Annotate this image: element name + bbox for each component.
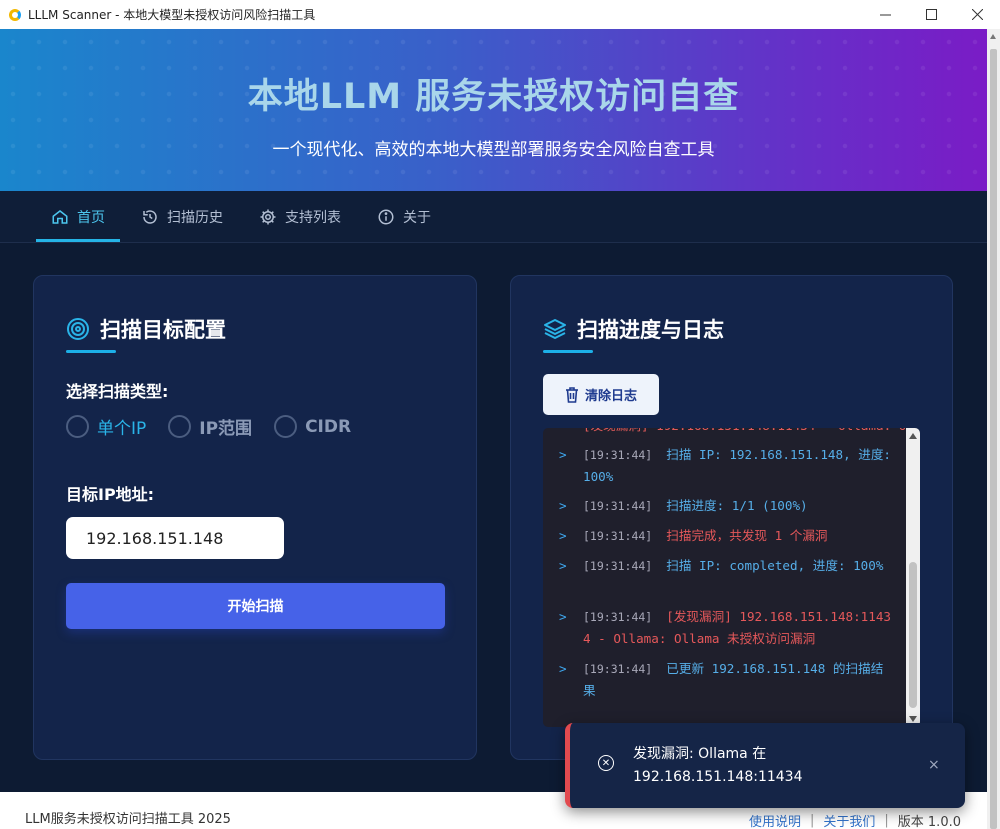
maximize-icon <box>925 9 937 20</box>
log-partial-line: [发现漏洞] 192.168.151.148:11434 - Ollama: O… <box>583 428 905 437</box>
tab-home[interactable]: 首页 <box>36 191 120 242</box>
vulnerability-toast: ✕ 发现漏洞: Ollama 在 192.168.151.148:11434 × <box>565 723 965 808</box>
tab-about[interactable]: 关于 <box>362 191 446 242</box>
target-ip-input[interactable] <box>66 517 284 559</box>
clear-log-label: 清除日志 <box>584 389 637 404</box>
radio-circle[interactable] <box>66 415 89 438</box>
tab-about-label: 关于 <box>403 209 431 226</box>
info-icon <box>378 209 394 224</box>
log-timestamp: [19:31:44] <box>583 499 653 513</box>
log-timestamp: [19:31:44] <box>583 448 653 462</box>
radio-cidr[interactable]: CIDR <box>274 415 351 438</box>
scroll-up-arrow-icon[interactable] <box>990 34 996 39</box>
toast-close-button[interactable]: × <box>928 757 940 773</box>
page-scrollbar[interactable] <box>987 29 1000 829</box>
tab-support-list-label: 支持列表 <box>285 209 341 226</box>
scan-type-group: 单个IP IP范围 CIDR <box>66 414 373 439</box>
radio-single-ip-label: 单个IP <box>97 419 147 439</box>
log-timestamp: [19:31:44] <box>583 559 653 573</box>
tab-scan-history-label: 扫描历史 <box>167 209 223 226</box>
scan-config-title: 扫描目标配置 <box>100 318 226 342</box>
gear-icon <box>260 209 276 224</box>
scan-config-panel: 扫描目标配置 选择扫描类型: 单个IP IP范围 CIDR 目标IP地址: 开始… <box>33 275 477 760</box>
history-icon <box>143 209 157 224</box>
log-console[interactable]: [发现漏洞] 192.168.151.148:11434 - Ollama: O… <box>543 428 920 727</box>
scan-config-header: 扫描目标配置 <box>66 314 226 344</box>
footer-copyright: LLM服务未授权访问扫描工具 2025 <box>25 812 231 827</box>
main-nav: 首页 扫描历史 支持列表 关于 <box>0 191 987 243</box>
target-icon <box>67 318 89 340</box>
app-logo-icon <box>9 8 21 21</box>
close-circle-icon: ✕ <box>598 755 614 771</box>
title-underline <box>66 350 116 353</box>
radio-ip-range[interactable]: IP范围 <box>168 414 252 439</box>
log-scrollbar-thumb[interactable] <box>909 562 917 708</box>
home-icon <box>52 209 68 224</box>
window-controls <box>862 0 1000 29</box>
log-timestamp: [19:31:44] <box>583 529 653 543</box>
trash-icon <box>565 386 578 403</box>
log-prompt: > <box>559 528 567 543</box>
tab-support-list[interactable]: 支持列表 <box>244 191 356 242</box>
toast-message: 发现漏洞: Ollama 在 192.168.151.148:11434 <box>633 746 803 785</box>
title-underline <box>543 350 593 353</box>
minimize-button[interactable] <box>862 0 908 29</box>
log-prompt: > <box>559 498 567 513</box>
radio-circle[interactable] <box>168 415 192 438</box>
scan-log-header: 扫描进度与日志 <box>543 314 724 344</box>
target-ip-label: 目标IP地址: <box>66 485 155 504</box>
tab-home-label: 首页 <box>77 209 105 226</box>
tab-scan-history[interactable]: 扫描历史 <box>126 191 238 242</box>
hero-subtitle: 一个现代化、高效的本地大模型部署服务安全风险自查工具 <box>272 140 715 160</box>
log-message: 扫描完成，共发现 1 个漏洞 <box>666 528 828 543</box>
footer-separator: | <box>809 813 815 828</box>
radio-cidr-label: CIDR <box>305 416 352 437</box>
scan-type-label: 选择扫描类型: <box>66 382 169 401</box>
layers-icon <box>544 319 566 339</box>
log-message: 扫描进度: 1/1 (100%) <box>666 498 808 513</box>
log-prompt: > <box>559 558 567 573</box>
radio-circle[interactable] <box>274 415 298 438</box>
close-icon <box>971 9 983 20</box>
hero-title: 本地LLM 服务未授权访问自查 <box>247 77 740 117</box>
scroll-up-arrow-icon[interactable] <box>909 433 917 439</box>
close-window-button[interactable] <box>954 0 1000 29</box>
hero-banner: 本地LLM 服务未授权访问自查 一个现代化、高效的本地大模型部署服务安全风险自查… <box>0 29 987 191</box>
clear-log-button[interactable]: 清除日志 <box>543 374 659 415</box>
minimize-icon <box>879 14 891 16</box>
log-timestamp: [19:31:44] <box>583 610 653 624</box>
scan-log-title: 扫描进度与日志 <box>577 318 724 342</box>
page-scrollbar-thumb[interactable] <box>990 49 997 829</box>
log-message: 扫描 IP: completed, 进度: 100% <box>666 558 884 573</box>
log-timestamp: [19:31:44] <box>583 662 653 676</box>
scan-log-panel: 扫描进度与日志 清除日志 [发现漏洞] 192.168.151.148:1143… <box>510 275 953 760</box>
start-scan-button[interactable]: 开始扫描 <box>66 583 445 629</box>
version-label: 版本 1.0.0 <box>897 815 961 829</box>
log-prompt: > <box>559 661 567 676</box>
radio-single-ip[interactable]: 单个IP <box>66 414 146 439</box>
window-title: LLLM Scanner - 本地大模型未授权访问风险扫描工具 <box>28 8 316 22</box>
radio-ip-range-label: IP范围 <box>199 419 253 439</box>
footer-separator: | <box>884 813 889 828</box>
maximize-button[interactable] <box>908 0 954 29</box>
scroll-down-arrow-icon[interactable] <box>909 716 917 722</box>
log-scrollbar[interactable] <box>906 428 920 727</box>
usage-guide-link[interactable]: 使用说明 <box>749 811 801 829</box>
log-content: [发现漏洞] 192.168.151.148:11434 - Ollama: O… <box>543 428 905 727</box>
about-us-link[interactable]: 关于我们 <box>823 811 875 829</box>
footer-links: 使用说明 | 关于我们 | 版本 1.0.0 <box>749 811 961 829</box>
log-prompt: > <box>559 447 567 462</box>
log-prompt: > <box>559 609 567 624</box>
window-titlebar: LLLM Scanner - 本地大模型未授权访问风险扫描工具 <box>0 0 1000 29</box>
